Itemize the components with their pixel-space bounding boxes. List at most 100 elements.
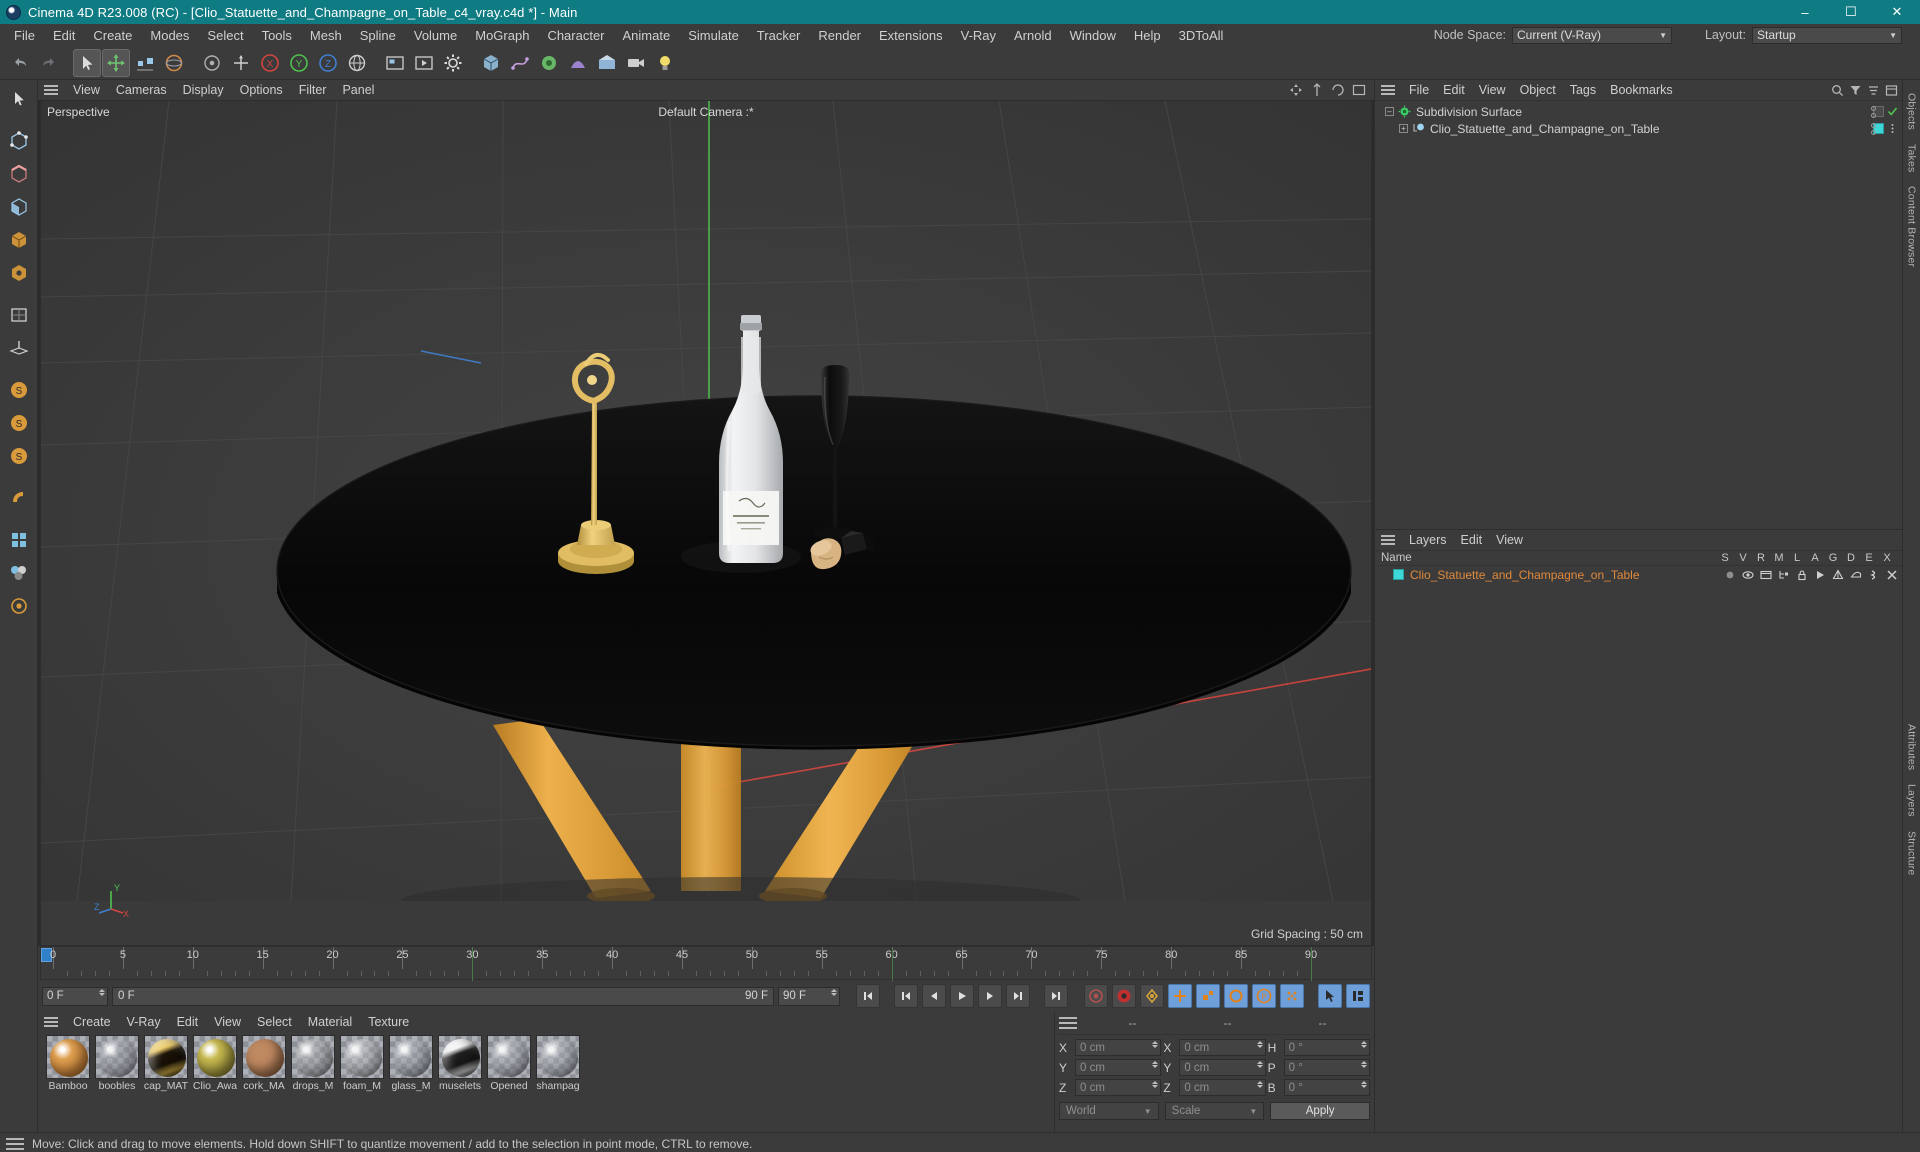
light-button[interactable]: [651, 49, 679, 77]
xref-icon[interactable]: [1886, 569, 1898, 581]
apply-button[interactable]: Apply: [1270, 1102, 1370, 1120]
coord-field-size-x[interactable]: 0 cm: [1179, 1039, 1266, 1056]
material-item[interactable]: Opened: [485, 1035, 533, 1092]
layer-color-button[interactable]: [4, 525, 34, 555]
material-menu-material[interactable]: Material: [300, 1014, 360, 1030]
point-mode-button[interactable]: [4, 126, 34, 156]
layers-menu-layers[interactable]: Layers: [1402, 532, 1454, 548]
material-preview-swatch[interactable]: [242, 1035, 286, 1079]
tab-objects[interactable]: Objects: [1905, 86, 1919, 137]
tab-layers[interactable]: Layers: [1905, 777, 1919, 824]
coord-field-rot-h[interactable]: 0 °: [1283, 1039, 1370, 1056]
viewport-menu-view[interactable]: View: [65, 82, 108, 98]
solo-dot-icon[interactable]: [1724, 569, 1736, 581]
generator-icon[interactable]: [1832, 568, 1844, 581]
material-menu-select[interactable]: Select: [249, 1014, 300, 1030]
material-item[interactable]: shampag: [534, 1035, 582, 1092]
material-hamburger-icon[interactable]: [42, 1015, 60, 1029]
material-menu-create[interactable]: Create: [65, 1014, 119, 1030]
scale-tool-button[interactable]: [131, 49, 159, 77]
sort-icon[interactable]: [1867, 84, 1880, 97]
object-menu-object[interactable]: Object: [1513, 82, 1563, 98]
parameter-key-button[interactable]: P: [1252, 984, 1276, 1008]
material-preview-swatch[interactable]: [291, 1035, 335, 1079]
menu-animate[interactable]: Animate: [614, 26, 680, 45]
filter-icon[interactable]: [1849, 84, 1862, 97]
render-view-button[interactable]: [381, 49, 409, 77]
next-keyframe-button[interactable]: [1006, 984, 1030, 1008]
rotation-key-button[interactable]: [1224, 984, 1248, 1008]
workplane-button[interactable]: [4, 333, 34, 363]
tag-dots-icon[interactable]: [1887, 123, 1898, 134]
viewport-maximize-icon[interactable]: [1352, 83, 1366, 97]
viewport-menu-filter[interactable]: Filter: [291, 82, 335, 98]
coordinate-system-dropdown[interactable]: World ▼: [1059, 1102, 1159, 1120]
rotate-tool-button[interactable]: [160, 49, 188, 77]
object-tree[interactable]: – Subdivision Surface + Clio_Statuette_a…: [1375, 101, 1902, 529]
generator-button[interactable]: [535, 49, 563, 77]
material-menu-texture[interactable]: Texture: [360, 1014, 417, 1030]
material-preview-swatch[interactable]: [340, 1035, 384, 1079]
menu-create[interactable]: Create: [84, 26, 141, 45]
coord-field-pos-x[interactable]: 0 cm: [1075, 1039, 1162, 1056]
coord-field-size-y[interactable]: 0 cm: [1179, 1059, 1266, 1076]
menu-help[interactable]: Help: [1125, 26, 1170, 45]
animation-mode-button[interactable]: [1318, 984, 1342, 1008]
record-active-objects-button[interactable]: [1084, 984, 1108, 1008]
move-tool-button[interactable]: [102, 48, 130, 77]
spinner-icon[interactable]: [1152, 1081, 1159, 1088]
viewport-rotate-icon[interactable]: [1331, 83, 1345, 97]
preview-range-bar[interactable]: 0 F 90 F: [112, 986, 774, 1006]
coord-field-rot-p[interactable]: 0 °: [1283, 1059, 1370, 1076]
material-override-button[interactable]: [4, 558, 34, 588]
viewport-menu-cameras[interactable]: Cameras: [108, 82, 175, 98]
render-icon[interactable]: [1760, 569, 1772, 581]
spinner-icon[interactable]: [1256, 1041, 1263, 1048]
menu-tracker[interactable]: Tracker: [748, 26, 810, 45]
end-frame-field[interactable]: 90 F: [778, 986, 840, 1006]
texture-axis-button[interactable]: [4, 300, 34, 330]
material-preview-swatch[interactable]: [193, 1035, 237, 1079]
world-axis-button[interactable]: [227, 49, 255, 77]
go-to-start-button[interactable]: [856, 984, 880, 1008]
material-item[interactable]: Bamboo: [44, 1035, 92, 1092]
menu-volume[interactable]: Volume: [405, 26, 466, 45]
step-back-button[interactable]: [922, 984, 946, 1008]
expand-icon[interactable]: +: [1399, 124, 1408, 133]
layers-menu-view[interactable]: View: [1489, 532, 1530, 548]
object-menu-bookmarks[interactable]: Bookmarks: [1603, 82, 1680, 98]
deformer-button[interactable]: [564, 49, 592, 77]
collapse-icon[interactable]: –: [1385, 107, 1394, 116]
paint-tool-button[interactable]: [198, 49, 226, 77]
visibility-dots[interactable]: [1871, 105, 1876, 118]
spinner-icon[interactable]: [1361, 1061, 1367, 1068]
undo-button[interactable]: [6, 49, 34, 77]
viewport-menu-panel[interactable]: Panel: [334, 82, 382, 98]
panel-layout-icon[interactable]: [1885, 84, 1898, 97]
keyframe-selection-button[interactable]: [1140, 984, 1164, 1008]
material-preview-swatch[interactable]: [95, 1035, 139, 1079]
current-frame-field[interactable]: 0 F: [42, 986, 108, 1006]
edge-mode-button[interactable]: [4, 159, 34, 189]
object-menu-view[interactable]: View: [1472, 82, 1513, 98]
material-item[interactable]: glass_M: [387, 1035, 435, 1092]
polygon-mode-button[interactable]: [4, 192, 34, 222]
position-key-button[interactable]: [1168, 984, 1192, 1008]
menu-modes[interactable]: Modes: [141, 26, 198, 45]
minimize-button[interactable]: –: [1782, 0, 1828, 24]
menu-spline[interactable]: Spline: [351, 26, 405, 45]
material-menu-view[interactable]: View: [206, 1014, 249, 1030]
material-item[interactable]: cap_MAT: [142, 1035, 190, 1092]
material-item[interactable]: muselets: [436, 1035, 484, 1092]
menu-character[interactable]: Character: [538, 26, 613, 45]
material-preview-swatch[interactable]: [144, 1035, 188, 1079]
viewport-menu-display[interactable]: Display: [175, 82, 232, 98]
snap-settings-button[interactable]: [4, 483, 34, 513]
object-menu-tags[interactable]: Tags: [1563, 82, 1603, 98]
go-to-end-button[interactable]: [1044, 984, 1068, 1008]
search-icon[interactable]: [1831, 84, 1844, 97]
material-preview-swatch[interactable]: [389, 1035, 433, 1079]
layer-row[interactable]: Clio_Statuette_and_Champagne_on_Table: [1375, 566, 1902, 583]
layer-color-swatch[interactable]: [1393, 569, 1404, 580]
material-preview-swatch[interactable]: [438, 1035, 482, 1079]
